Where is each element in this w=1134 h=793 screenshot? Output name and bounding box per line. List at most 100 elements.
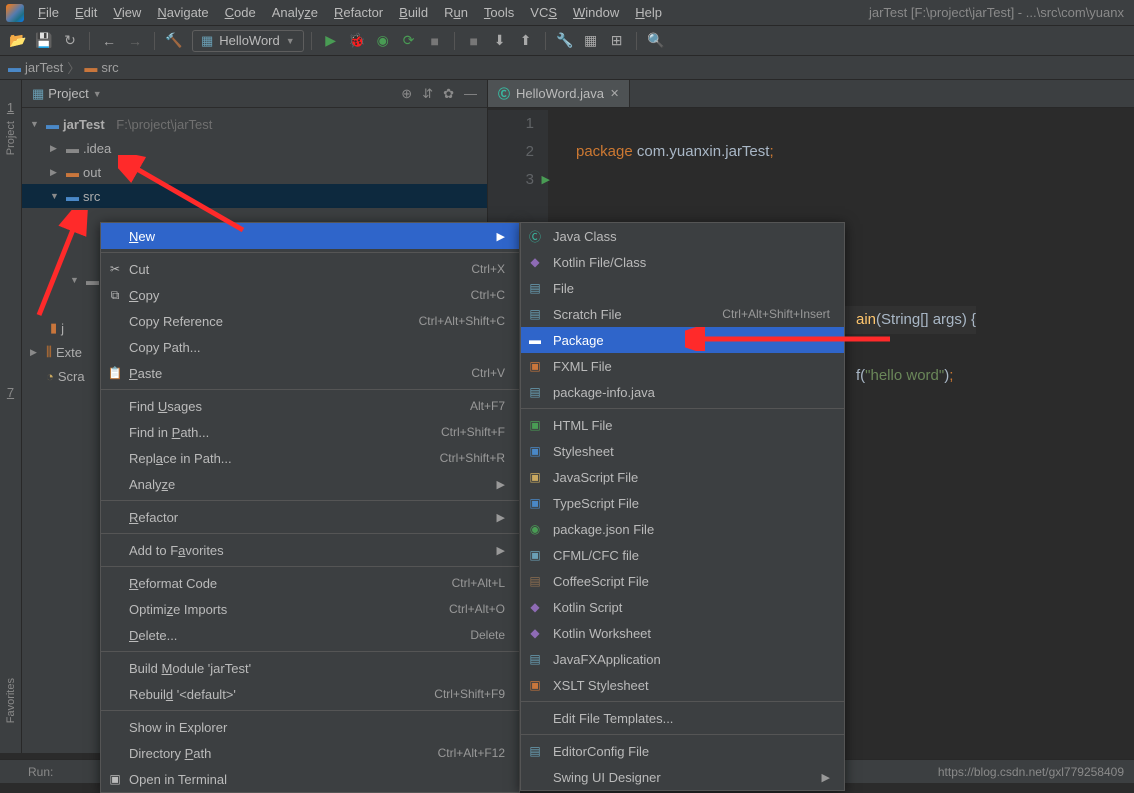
menu-directory-path[interactable]: Directory PathCtrl+Alt+F12: [101, 740, 519, 766]
favorites-tool-label[interactable]: Favorites: [5, 678, 17, 723]
menu-analyze[interactable]: Analyze: [264, 2, 326, 23]
new-cfml[interactable]: ▣CFML/CFC file: [521, 542, 844, 568]
ide-logo-icon: [6, 4, 24, 22]
new-kt-worksheet[interactable]: ◆Kotlin Worksheet: [521, 620, 844, 646]
menu-help[interactable]: Help: [627, 2, 670, 23]
menu-tools[interactable]: Tools: [476, 2, 522, 23]
structure-tool-number[interactable]: 7: [7, 385, 14, 400]
menu-edit[interactable]: Edit: [67, 2, 105, 23]
menu-refactor[interactable]: Refactor: [326, 2, 391, 23]
new-xslt[interactable]: ▣XSLT Stylesheet: [521, 672, 844, 698]
new-editorconfig[interactable]: ▤EditorConfig File: [521, 738, 844, 764]
new-coffee[interactable]: ▤CoffeeScript File: [521, 568, 844, 594]
terminal-icon: ▣: [107, 772, 123, 786]
open-icon[interactable]: 📂: [6, 29, 30, 53]
new-javafx[interactable]: ▤JavaFXApplication: [521, 646, 844, 672]
gear-icon[interactable]: ✿: [443, 86, 454, 102]
menu-open-terminal[interactable]: ▣Open in Terminal: [101, 766, 519, 792]
new-stylesheet[interactable]: ▣Stylesheet: [521, 438, 844, 464]
left-tool-rail: 1 Project 7 Favorites: [0, 80, 22, 753]
close-tab-icon[interactable]: ✕: [610, 87, 619, 100]
menu-vcs[interactable]: VCS: [522, 2, 565, 23]
context-menu: New▶ ✂CutCtrl+X ⧉CopyCtrl+C Copy Referen…: [100, 222, 520, 793]
menu-replace-in-path[interactable]: Replace in Path...Ctrl+Shift+R: [101, 445, 519, 471]
menu-show-explorer[interactable]: Show in Explorer: [101, 714, 519, 740]
project-tool-label[interactable]: Project: [5, 121, 17, 155]
tree-root-path: F:\project\jarTest: [116, 117, 212, 132]
project-tool-number[interactable]: 1: [7, 100, 14, 115]
sync-icon[interactable]: ↻: [58, 29, 82, 53]
menu-copy-reference[interactable]: Copy ReferenceCtrl+Alt+Shift+C: [101, 308, 519, 334]
scratches-icon: ◔: [46, 369, 54, 384]
forward-icon[interactable]: →: [123, 29, 147, 53]
menu-refactor[interactable]: Refactor▶: [101, 504, 519, 530]
save-all-icon[interactable]: 💾: [32, 29, 56, 53]
menu-optimize-imports[interactable]: Optimize ImportsCtrl+Alt+O: [101, 596, 519, 622]
back-icon[interactable]: ←: [97, 29, 121, 53]
tree-out[interactable]: ▶ ▬ out: [22, 160, 487, 184]
breadcrumb-src[interactable]: src: [101, 60, 118, 75]
debug-icon[interactable]: 🐞: [345, 29, 369, 53]
menu-cut[interactable]: ✂CutCtrl+X: [101, 256, 519, 282]
run-config-label: HelloWord: [219, 33, 279, 48]
project-structure-icon[interactable]: ▦: [579, 29, 603, 53]
menu-find-in-path[interactable]: Find in Path...Ctrl+Shift+F: [101, 419, 519, 445]
vcs-update-icon[interactable]: ⬇: [488, 29, 512, 53]
tree-src[interactable]: ▼ ▬ src: [22, 184, 487, 208]
menu-build-module[interactable]: Build Module 'jarTest': [101, 655, 519, 681]
stop-icon[interactable]: ■: [462, 29, 486, 53]
menu-paste[interactable]: 📋PasteCtrl+V: [101, 360, 519, 386]
breadcrumb-root[interactable]: jarTest: [25, 60, 63, 75]
css-icon: ▣: [527, 444, 543, 458]
menu-file[interactable]: File: [30, 2, 67, 23]
new-java-class[interactable]: ⒸJava Class: [521, 223, 844, 249]
module-icon: ▬: [46, 117, 59, 132]
run-gutter-icon[interactable]: ▶: [542, 166, 550, 194]
menu-window[interactable]: Window: [565, 2, 627, 23]
profile-icon[interactable]: ⟳: [397, 29, 421, 53]
new-package-json[interactable]: ◉package.json File: [521, 516, 844, 542]
search-everywhere-icon[interactable]: 🔍: [644, 29, 668, 53]
new-scratch[interactable]: ▤Scratch FileCtrl+Alt+Shift+Insert: [521, 301, 844, 327]
menu-find-usages[interactable]: Find UsagesAlt+F7: [101, 393, 519, 419]
tree-root[interactable]: ▼ ▬ jarTest F:\project\jarTest: [22, 112, 487, 136]
menu-analyze[interactable]: Analyze▶: [101, 471, 519, 497]
menu-view[interactable]: View: [105, 2, 149, 23]
chevron-down-icon[interactable]: ▼: [93, 89, 102, 99]
select-opened-icon[interactable]: ⊕: [401, 86, 412, 102]
new-js[interactable]: ▣JavaScript File: [521, 464, 844, 490]
collapse-all-icon[interactable]: ⇵: [422, 86, 433, 102]
new-edit-templates[interactable]: Edit File Templates...: [521, 705, 844, 731]
new-kt-script[interactable]: ◆Kotlin Script: [521, 594, 844, 620]
new-package-info[interactable]: ▤package-info.java: [521, 379, 844, 405]
menu-code[interactable]: Code: [217, 2, 264, 23]
menu-rebuild[interactable]: Rebuild '<default>'Ctrl+Shift+F9: [101, 681, 519, 707]
new-file[interactable]: ▤File: [521, 275, 844, 301]
menu-run[interactable]: Run: [436, 2, 476, 23]
menu-reformat[interactable]: Reformat CodeCtrl+Alt+L: [101, 570, 519, 596]
menu-navigate[interactable]: Navigate: [149, 2, 216, 23]
menu-build[interactable]: Build: [391, 2, 436, 23]
hide-panel-icon[interactable]: —: [464, 86, 477, 101]
new-ts[interactable]: ▣TypeScript File: [521, 490, 844, 516]
new-kotlin[interactable]: ◆Kotlin File/Class: [521, 249, 844, 275]
build-icon[interactable]: 🔨: [162, 29, 186, 53]
sdk-icon[interactable]: ⊞: [605, 29, 629, 53]
run-tool-window[interactable]: Run:: [10, 765, 53, 779]
vcs-commit-icon[interactable]: ⬆: [514, 29, 538, 53]
new-swing[interactable]: Swing UI Designer▶: [521, 764, 844, 790]
attach-icon[interactable]: ■: [423, 29, 447, 53]
menu-delete[interactable]: Delete...Delete: [101, 622, 519, 648]
tree-idea[interactable]: ▶ ▬ .idea: [22, 136, 487, 160]
menu-add-favorites[interactable]: Add to Favorites▶: [101, 537, 519, 563]
menu-copy[interactable]: ⧉CopyCtrl+C: [101, 282, 519, 308]
run-config-selector[interactable]: ▦ HelloWord ▼: [192, 30, 304, 52]
project-panel-title[interactable]: Project: [48, 86, 88, 101]
menu-copy-path[interactable]: Copy Path...: [101, 334, 519, 360]
new-fxml[interactable]: ▣FXML File: [521, 353, 844, 379]
coverage-icon[interactable]: ◉: [371, 29, 395, 53]
settings-icon[interactable]: 🔧: [553, 29, 577, 53]
run-icon[interactable]: ▶: [319, 29, 343, 53]
new-html[interactable]: ▣HTML File: [521, 412, 844, 438]
editor-tab[interactable]: Ⓒ HelloWord.java ✕: [488, 80, 630, 107]
